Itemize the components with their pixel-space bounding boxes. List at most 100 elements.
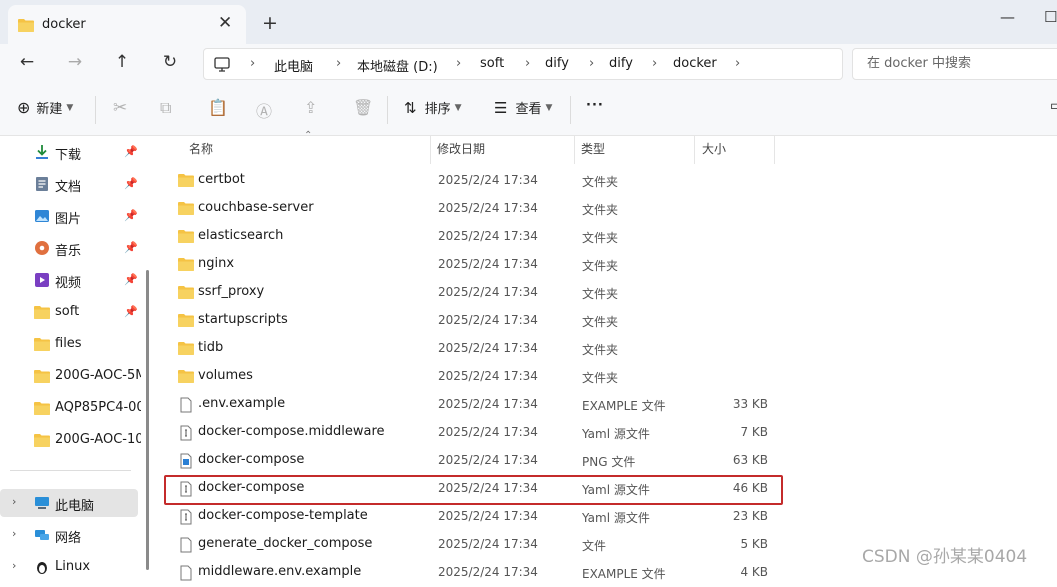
sidebar-item-music[interactable]: 音乐 📌 — [0, 234, 148, 262]
file-row[interactable]: docker-compose-template 2025/2/24 17:34 Ya… — [160, 503, 780, 531]
file-type: EXAMPLE 文件 — [582, 399, 666, 413]
delete-icon[interactable]: 🗑 — [353, 98, 373, 117]
file-row[interactable]: generate_docker_compose 2025/2/24 17:34 文件… — [160, 531, 780, 559]
file-row[interactable]: nginx 2025/2/24 17:34 文件夹 — [160, 251, 780, 279]
column-header-size[interactable]: 大小 — [702, 140, 726, 157]
file-row[interactable]: middleware.env.example 2025/2/24 17:34 EXA… — [160, 559, 780, 587]
breadcrumb-item[interactable]: docker — [673, 56, 717, 71]
file-type: Yaml 源文件 — [582, 511, 650, 525]
file-row[interactable]: volumes 2025/2/24 17:34 文件夹 — [160, 363, 780, 391]
file-size: 23 KB — [732, 509, 768, 523]
sidebar-item-aqp85pc4[interactable]: AQP85PC4-005 — [0, 394, 148, 422]
column-divider[interactable] — [430, 136, 431, 164]
sidebar-item-200g-aoc-5m[interactable]: 200G-AOC-5M — [0, 362, 148, 390]
folder-icon — [34, 434, 50, 447]
breadcrumb-chevron[interactable]: › — [652, 56, 657, 71]
file-size: 7 KB — [740, 425, 768, 439]
breadcrumb-item[interactable]: 本地磁盘 (D:) — [357, 56, 438, 75]
sidebar-item-network[interactable]: › 网络 — [0, 521, 148, 549]
close-tab-icon[interactable]: ✕ — [218, 14, 232, 32]
copy-icon[interactable]: ⧉ — [160, 98, 171, 118]
tab-docker[interactable]: docker ✕ — [8, 5, 246, 44]
sidebar-item-200g-aoc-10m[interactable]: 200G-AOC-10M — [0, 426, 148, 454]
file-date: 2025/2/24 17:34 — [438, 453, 538, 467]
column-divider[interactable] — [694, 136, 695, 164]
back-icon[interactable]: ← — [15, 52, 39, 72]
breadcrumb-chevron[interactable]: › — [525, 56, 530, 71]
breadcrumb-chevron[interactable]: › — [589, 56, 594, 71]
sort-button[interactable]: ⇅ 排序 ▼ — [404, 98, 462, 118]
sidebar-item-linux[interactable]: › Linux — [0, 553, 148, 581]
sort-label: 排序 — [424, 102, 451, 117]
file-row[interactable]: .env.example 2025/2/24 17:34 EXAMPLE 文件 33 … — [160, 391, 780, 419]
view-button[interactable]: ☰ 查看 ▼ — [494, 98, 553, 118]
up-icon[interactable]: ↑ — [110, 52, 134, 72]
breadcrumb-item[interactable]: dify — [545, 56, 569, 71]
file-row[interactable]: elasticsearch 2025/2/24 17:34 文件夹 — [160, 223, 780, 251]
folder-icon — [34, 338, 50, 351]
search-input[interactable]: 在 docker 中搜索 — [852, 48, 1057, 80]
sidebar-item-downloads[interactable]: 下载 📌 — [0, 138, 148, 166]
breadcrumb-chevron[interactable]: › — [735, 56, 740, 71]
sidebar-item-soft[interactable]: soft 📌 — [0, 298, 148, 326]
video-icon — [35, 273, 49, 287]
file-row[interactable]: couchbase-server 2025/2/24 17:34 文件夹 — [160, 195, 780, 223]
details-pane-icon[interactable]: ▭ — [1050, 98, 1057, 114]
new-tab-button[interactable]: + — [262, 13, 278, 33]
file-size: 63 KB — [732, 453, 768, 467]
breadcrumb-item[interactable]: 此电脑 — [274, 56, 313, 75]
more-options-button[interactable]: ··· — [586, 98, 604, 113]
file-type: 文件夹 — [582, 231, 619, 245]
sidebar-item-files[interactable]: files — [0, 330, 148, 358]
sidebar-item-videos[interactable]: 视频 📌 — [0, 266, 148, 294]
sidebar-item-documents[interactable]: 文档 📌 — [0, 170, 148, 198]
minimize-icon[interactable]: — — [1000, 8, 1015, 26]
file-type: EXAMPLE 文件 — [582, 567, 666, 581]
breadcrumb-item[interactable]: soft — [480, 56, 504, 71]
sidebar-item-this-pc[interactable]: › 此电脑 — [0, 489, 138, 517]
file-name: couchbase-server — [198, 200, 314, 215]
file-row[interactable]: startupscripts 2025/2/24 17:34 文件夹 — [160, 307, 780, 335]
breadcrumb-item[interactable]: dify — [609, 56, 633, 71]
maximize-icon[interactable]: ☐ — [1044, 8, 1057, 26]
file-date: 2025/2/24 17:34 — [438, 369, 538, 383]
sidebar-item-label: AQP85PC4-005 — [55, 400, 141, 415]
file-row[interactable]: certbot 2025/2/24 17:34 文件夹 — [160, 167, 780, 195]
file-name: docker-compose — [198, 452, 305, 467]
breadcrumb-chevron[interactable]: › — [336, 56, 341, 71]
expand-chevron-icon[interactable]: › — [12, 559, 16, 572]
chevron-down-icon: ▼ — [66, 102, 74, 113]
cut-icon[interactable]: ✂ — [113, 98, 127, 118]
folder-icon — [34, 402, 50, 415]
column-header-name[interactable]: 名称 — [189, 140, 213, 157]
file-row[interactable]: docker-compose.middleware 2025/2/24 17:34… — [160, 419, 780, 447]
file-type: 文件夹 — [582, 203, 619, 217]
file-row[interactable]: tidb 2025/2/24 17:34 文件夹 — [160, 335, 780, 363]
file-size: 4 KB — [740, 565, 768, 579]
breadcrumb-chevron[interactable]: › — [250, 56, 255, 71]
sidebar-scrollbar[interactable] — [146, 270, 149, 570]
file-row[interactable]: ssrf_proxy 2025/2/24 17:34 文件夹 — [160, 279, 780, 307]
column-header-type[interactable]: 类型 — [581, 140, 605, 157]
chevron-down-icon: ▼ — [545, 102, 553, 113]
rename-icon[interactable]: Ⓐ — [256, 98, 272, 122]
paste-icon[interactable]: 📋 — [208, 98, 228, 117]
file-name: startupscripts — [198, 312, 288, 327]
expand-chevron-icon[interactable]: › — [12, 527, 16, 540]
address-bar[interactable]: › 此电脑 › 本地磁盘 (D:) › soft › dify › dify ›… — [203, 48, 843, 80]
sidebar-item-pictures[interactable]: 图片 📌 — [0, 202, 148, 230]
column-divider[interactable] — [574, 136, 575, 164]
column-divider[interactable] — [774, 136, 775, 164]
plus-circle-icon: ⊕ — [17, 98, 31, 117]
refresh-icon[interactable]: ↻ — [158, 52, 182, 72]
column-header-date[interactable]: 修改日期 — [437, 140, 485, 157]
new-button[interactable]: ⊕ 新建 ▼ — [17, 98, 73, 117]
file-row[interactable]: docker-compose 2025/2/24 17:34 PNG 文件 63 KB — [160, 447, 780, 475]
sidebar-item-label: 200G-AOC-5M — [55, 368, 141, 383]
network-icon — [35, 530, 49, 540]
share-icon[interactable]: ⇪ — [304, 98, 317, 117]
breadcrumb-chevron[interactable]: › — [456, 56, 461, 71]
file-name: nginx — [198, 256, 235, 271]
expand-chevron-icon[interactable]: › — [12, 495, 16, 508]
forward-icon[interactable]: → — [63, 52, 87, 72]
